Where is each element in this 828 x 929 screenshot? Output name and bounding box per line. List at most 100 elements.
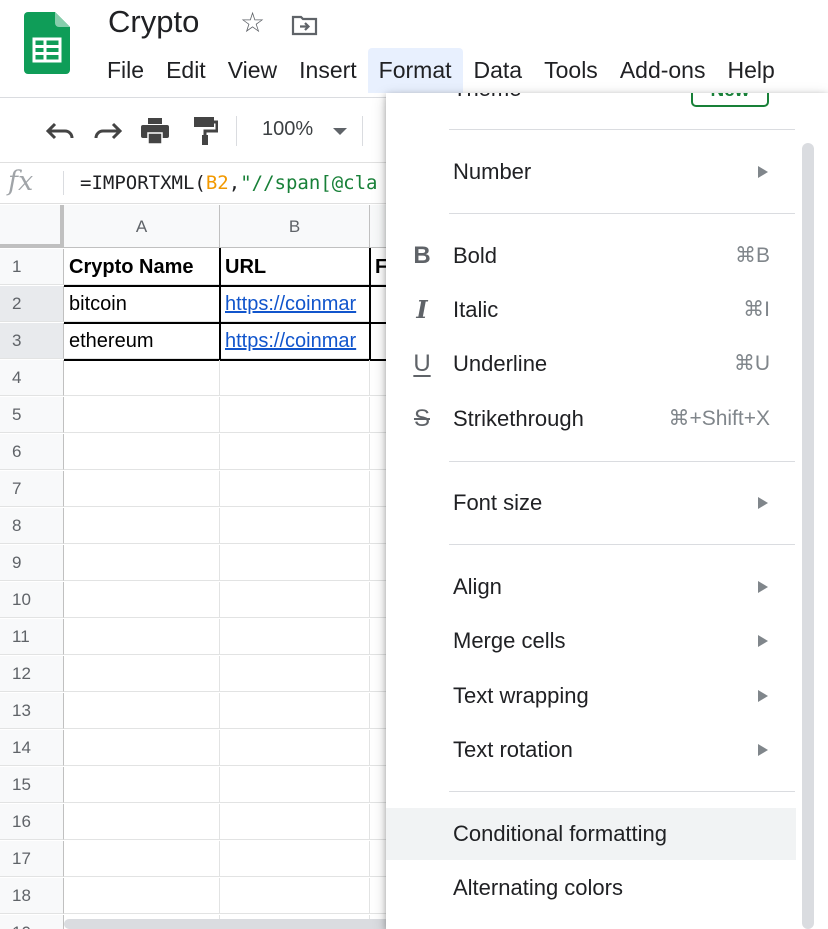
row-header[interactable]: 10 — [0, 582, 64, 618]
menu-item-conditional-formatting[interactable]: Conditional formatting — [386, 808, 796, 860]
menu-file[interactable]: File — [96, 48, 155, 93]
menu-data[interactable]: Data — [463, 48, 534, 93]
row-header[interactable]: 12 — [0, 656, 64, 692]
menu-addons[interactable]: Add-ons — [609, 48, 717, 93]
undo-icon[interactable] — [43, 114, 77, 148]
menu-item-font-size[interactable]: Font size — [386, 477, 796, 529]
menu-item-theme[interactable]: Theme — [453, 93, 521, 115]
menu-format[interactable]: Format — [367, 48, 463, 93]
row-header[interactable]: 14 — [0, 730, 64, 766]
empty-cell[interactable] — [64, 545, 220, 581]
empty-cell[interactable] — [220, 397, 370, 433]
column-header-a[interactable]: A — [64, 205, 220, 248]
row-header[interactable]: 5 — [0, 397, 64, 433]
zoom-select[interactable]: 100% — [262, 118, 313, 141]
empty-cell[interactable] — [64, 508, 220, 544]
empty-cell[interactable] — [220, 619, 370, 655]
empty-cell[interactable] — [220, 471, 370, 507]
empty-cell[interactable] — [220, 360, 370, 396]
menu-item-strikethrough[interactable]: S Strikethrough ⌘+Shift+X — [386, 393, 796, 445]
cell-b3-link[interactable]: https://coinmar — [220, 323, 370, 359]
cell-b2-link[interactable]: https://coinmar — [220, 286, 370, 322]
empty-cell[interactable] — [64, 360, 220, 396]
menu-view[interactable]: View — [217, 48, 288, 93]
empty-cell[interactable] — [64, 434, 220, 470]
menu-item-label: Align — [453, 574, 502, 599]
empty-cell[interactable] — [64, 656, 220, 692]
row-header[interactable]: 15 — [0, 767, 64, 803]
row-header[interactable]: 1 — [0, 249, 64, 285]
menu-tools[interactable]: Tools — [533, 48, 609, 93]
row-header[interactable]: 3 — [0, 323, 64, 359]
cell-a3[interactable]: ethereum — [64, 323, 220, 359]
menu-item-align[interactable]: Align — [386, 561, 796, 613]
menu-help[interactable]: Help — [716, 48, 785, 93]
empty-cell[interactable] — [220, 841, 370, 877]
menu-item-text-rotation[interactable]: Text rotation — [386, 724, 796, 776]
empty-cell[interactable] — [64, 730, 220, 766]
toolbar-separator — [236, 116, 237, 146]
row-header[interactable]: 16 — [0, 804, 64, 840]
menu-insert[interactable]: Insert — [288, 48, 368, 93]
menu-item-shortcut: ⌘B — [734, 244, 770, 267]
star-icon[interactable]: ☆ — [240, 9, 265, 37]
empty-cell[interactable] — [220, 582, 370, 618]
chevron-down-icon[interactable] — [333, 128, 347, 135]
formula-input[interactable]: =IMPORTXML(B2,"//span[@cla — [80, 172, 377, 194]
empty-cell[interactable] — [64, 582, 220, 618]
empty-cell[interactable] — [220, 767, 370, 803]
row-header[interactable]: 17 — [0, 841, 64, 877]
redo-icon[interactable] — [91, 114, 125, 148]
menu-item-alternating-colors[interactable]: Alternating colors — [386, 862, 796, 914]
empty-cell[interactable] — [220, 730, 370, 766]
empty-cell[interactable] — [64, 619, 220, 655]
paint-format-icon[interactable] — [188, 114, 222, 148]
menu-item-text-wrapping[interactable]: Text wrapping — [386, 670, 796, 722]
menu-edit[interactable]: Edit — [155, 48, 217, 93]
row-header[interactable]: 6 — [0, 434, 64, 470]
empty-cell[interactable] — [64, 693, 220, 729]
menu-item-number[interactable]: Number — [386, 146, 796, 198]
menu-bar: File Edit View Insert Format Data Tools Add-ons… — [96, 48, 786, 93]
row-header[interactable]: 10 — [0, 915, 64, 929]
empty-cell[interactable] — [64, 471, 220, 507]
cell-b1[interactable]: URL — [220, 249, 370, 285]
empty-cell[interactable] — [220, 878, 370, 914]
empty-cell[interactable] — [220, 508, 370, 544]
empty-cell[interactable] — [220, 804, 370, 840]
empty-cell[interactable] — [64, 841, 220, 877]
row-header[interactable]: 18 — [0, 878, 64, 914]
move-to-folder-icon[interactable] — [291, 14, 318, 36]
format-dropdown-menu: Theme New Number B Bold ⌘B I Italic ⌘I U… — [386, 93, 828, 929]
menu-item-shortcut: ⌘U — [733, 352, 770, 375]
row-header[interactable]: 13 — [0, 693, 64, 729]
row-header[interactable]: 8 — [0, 508, 64, 544]
menu-scrollbar[interactable] — [802, 143, 814, 929]
sheets-logo-icon[interactable] — [24, 12, 70, 74]
menu-item-merge-cells[interactable]: Merge cells — [386, 615, 796, 667]
cell-a2[interactable]: bitcoin — [64, 286, 220, 322]
empty-cell[interactable] — [220, 434, 370, 470]
row-header[interactable]: 9 — [0, 545, 64, 581]
empty-cell[interactable] — [64, 804, 220, 840]
menu-item-italic[interactable]: I Italic ⌘I — [386, 284, 796, 336]
empty-cell[interactable] — [220, 545, 370, 581]
cell-a1[interactable]: Crypto Name — [64, 249, 220, 285]
empty-cell[interactable] — [220, 656, 370, 692]
select-all-corner[interactable] — [0, 205, 64, 248]
column-header-b[interactable]: B — [220, 205, 370, 248]
empty-cell[interactable] — [220, 693, 370, 729]
horizontal-scrollbar[interactable] — [64, 919, 394, 929]
document-title[interactable]: Crypto — [108, 4, 199, 40]
menu-item-underline[interactable]: U Underline ⌘U — [386, 338, 796, 390]
row-header[interactable]: 2 — [0, 286, 64, 322]
row-header[interactable]: 11 — [0, 619, 64, 655]
menu-item-bold[interactable]: B Bold ⌘B — [386, 230, 796, 282]
print-icon[interactable] — [138, 114, 172, 148]
empty-cell[interactable] — [64, 397, 220, 433]
new-badge: New — [691, 93, 769, 107]
row-header[interactable]: 7 — [0, 471, 64, 507]
row-header[interactable]: 4 — [0, 360, 64, 396]
empty-cell[interactable] — [64, 878, 220, 914]
empty-cell[interactable] — [64, 767, 220, 803]
